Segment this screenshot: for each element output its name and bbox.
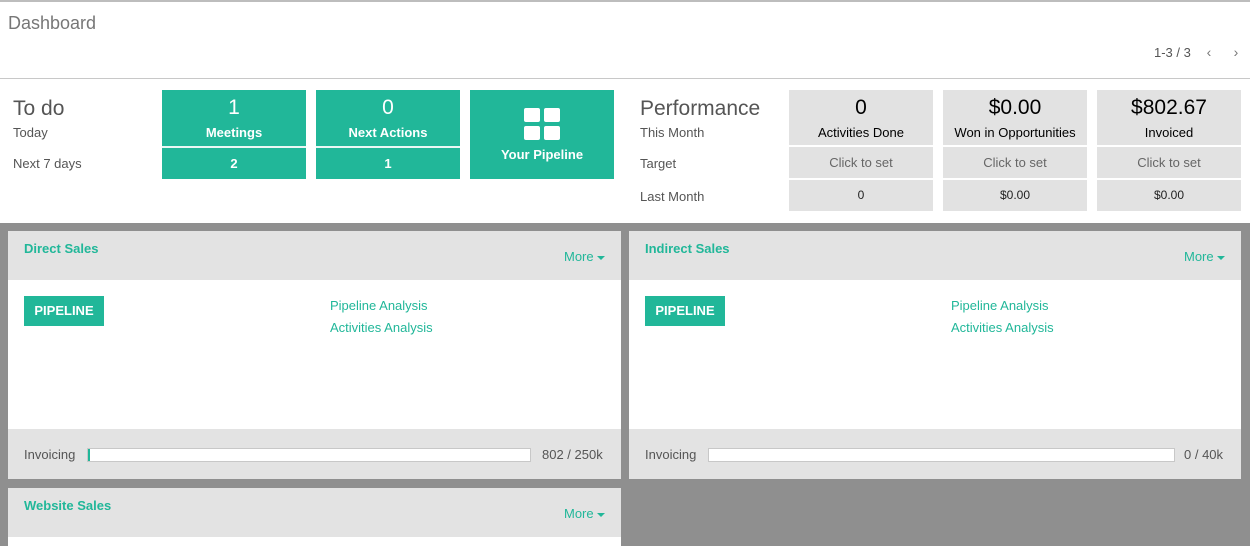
won-opportunities-tile[interactable]: $0.00 Won in Opportunities (943, 90, 1087, 145)
invoiced-label: Invoiced (1144, 125, 1194, 140)
your-pipeline-label: Your Pipeline (500, 147, 584, 162)
more-label: More (564, 249, 594, 264)
meetings-count: 1 (228, 96, 240, 119)
team-name[interactable]: Indirect Sales (645, 241, 730, 256)
pipeline-analysis-link[interactable]: Pipeline Analysis (951, 298, 1049, 313)
this-month-label: This Month (640, 125, 705, 140)
meetings-label: Meetings (205, 125, 263, 140)
control-panel: Dashboard 1-3 / 3 ‹ › (0, 0, 1250, 79)
your-pipeline-tile[interactable]: Your Pipeline (470, 90, 614, 179)
pipeline-button[interactable]: PIPELINE (645, 296, 725, 326)
next7-label: Next 7 days (13, 156, 82, 171)
invoicing-value: 0 / 40k (1184, 447, 1224, 462)
team-name[interactable]: Website Sales (24, 498, 111, 513)
card-header: Website Sales More (8, 488, 621, 537)
activities-done-tile[interactable]: 0 Activities Done (789, 90, 933, 145)
dashboard-summary: To do Today Next 7 days 1 Meetings 2 0 N… (0, 79, 1250, 223)
pager-value[interactable]: 1-3 / 3 (1154, 45, 1191, 60)
meetings-next7[interactable]: 2 (162, 156, 306, 171)
chevron-left-icon[interactable]: ‹ (1202, 43, 1216, 61)
card-footer: Invoicing 0 / 40k (629, 429, 1241, 479)
activities-analysis-link[interactable]: Activities Analysis (330, 320, 433, 335)
today-label: Today (13, 125, 48, 140)
invoicing-label: Invoicing (24, 447, 76, 462)
activities-last-month: 0 (789, 180, 933, 211)
caret-down-icon (596, 512, 605, 517)
more-label: More (564, 506, 594, 521)
invoiced-tile[interactable]: $802.67 Invoiced (1097, 90, 1241, 145)
todo-title: To do (13, 97, 65, 120)
card-footer: Invoicing 802 / 250k (8, 429, 621, 479)
target-label: Target (640, 156, 677, 171)
more-dropdown[interactable]: More (564, 506, 605, 521)
page-title: Dashboard (8, 13, 97, 33)
team-card-website-sales: Website Sales More (8, 488, 621, 546)
invoiced-target-button[interactable]: Click to set (1097, 147, 1241, 178)
invoicing-progress-bar (708, 448, 1175, 462)
pipeline-button[interactable]: PIPELINE (24, 296, 104, 326)
activities-done-label: Activities Done (818, 125, 904, 140)
team-card-indirect-sales: Indirect Sales More PIPELINE Pipeline An… (629, 231, 1241, 479)
won-last-month: $0.00 (943, 180, 1087, 211)
more-dropdown[interactable]: More (564, 249, 605, 264)
next-actions-next7[interactable]: 1 (316, 156, 460, 171)
tile-divider (162, 146, 306, 148)
caret-down-icon (596, 255, 605, 260)
activities-analysis-link[interactable]: Activities Analysis (951, 320, 1054, 335)
tile-divider (316, 146, 460, 148)
caret-down-icon (1216, 255, 1225, 260)
more-dropdown[interactable]: More (1184, 249, 1225, 264)
invoiced-value: $802.67 (1131, 96, 1207, 119)
invoicing-progress-bar (87, 448, 531, 462)
last-month-label: Last Month (640, 189, 705, 204)
invoicing-progress-fill (88, 449, 91, 461)
pipeline-analysis-link[interactable]: Pipeline Analysis (330, 298, 428, 313)
team-name[interactable]: Direct Sales (24, 241, 98, 256)
activities-target-button[interactable]: Click to set (789, 147, 933, 178)
next-actions-count: 0 (382, 96, 394, 119)
activities-done-value: 0 (855, 96, 867, 119)
invoicing-label: Invoicing (645, 447, 697, 462)
invoiced-last-month: $0.00 (1097, 180, 1241, 211)
won-opportunities-value: $0.00 (988, 96, 1042, 119)
more-label: More (1184, 249, 1214, 264)
chevron-right-icon[interactable]: › (1229, 43, 1243, 61)
next-actions-label: Next Actions (348, 125, 428, 140)
won-target-button[interactable]: Click to set (943, 147, 1087, 178)
won-opportunities-label: Won in Opportunities (954, 125, 1076, 140)
card-header: Indirect Sales More (629, 231, 1241, 280)
meetings-tile[interactable]: 1 Meetings 2 (162, 90, 306, 179)
grid-icon (524, 108, 560, 140)
card-header: Direct Sales More (8, 231, 621, 280)
team-card-direct-sales: Direct Sales More PIPELINE Pipeline Anal… (8, 231, 621, 479)
performance-title: Performance (640, 97, 761, 120)
invoicing-value: 802 / 250k (542, 447, 603, 462)
next-actions-tile[interactable]: 0 Next Actions 1 (316, 90, 460, 179)
